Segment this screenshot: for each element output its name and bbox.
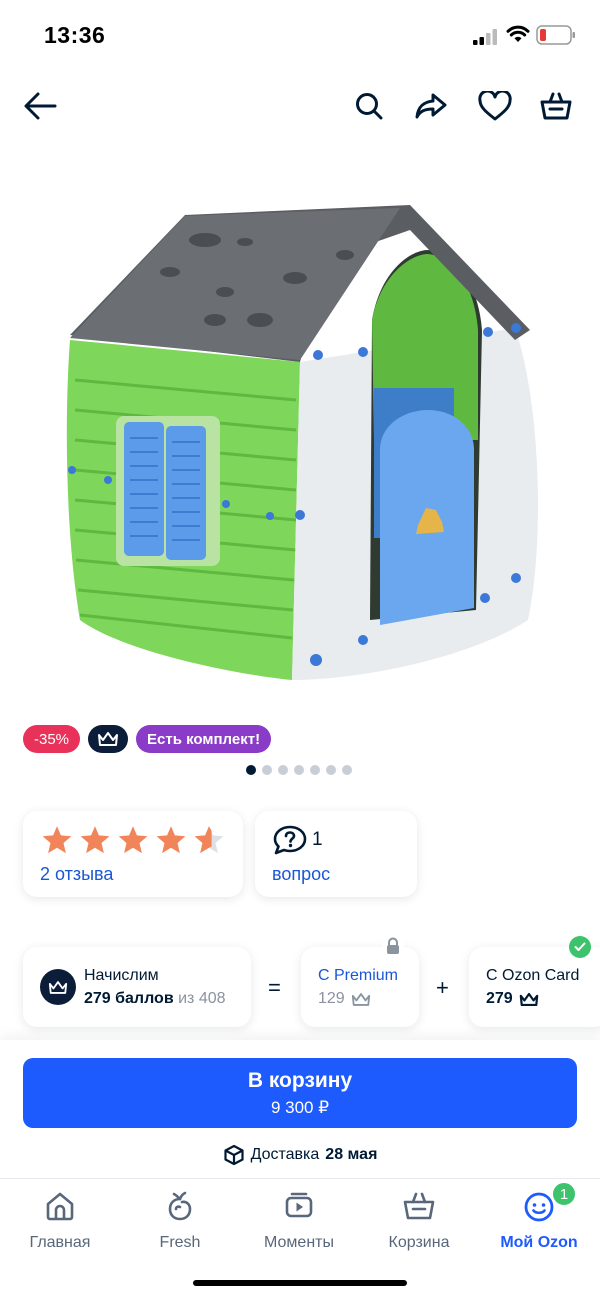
ozon-card-bonus-title: С Ozon Card (486, 967, 580, 984)
delivery-info[interactable]: Доставка 28 мая (0, 1144, 600, 1166)
share-button[interactable] (413, 88, 449, 124)
tab-my-ozon-label: Мой Ozon (500, 1234, 578, 1251)
bonus-amount: 279 баллов из 408 (84, 990, 226, 1008)
tab-cart-label: Корзина (388, 1234, 450, 1251)
premium-bonus-value: 129 (318, 990, 371, 1008)
checkmark-icon (574, 942, 586, 951)
tab-home-label: Главная (29, 1234, 91, 1251)
lock-icon (387, 937, 399, 954)
back-button[interactable] (22, 88, 58, 124)
gallery-dot[interactable] (278, 765, 288, 775)
notification-badge: 1 (551, 1181, 577, 1207)
basket-icon (540, 92, 572, 120)
premium-badge (88, 725, 129, 753)
cellular-signal-icon (473, 29, 497, 45)
playhouse-image (66, 205, 538, 680)
share-icon (415, 93, 447, 119)
gallery-dot[interactable] (310, 765, 320, 775)
star-icon (42, 826, 72, 854)
ozon-card-bonus-value: 279 (486, 990, 539, 1008)
gallery-dot[interactable] (262, 765, 272, 775)
search-button[interactable] (351, 88, 387, 124)
tab-my-ozon[interactable]: Мой Ozon (484, 1187, 594, 1252)
premium-bonus-card[interactable]: С Premium 129 (301, 947, 419, 1027)
fresh-icon (168, 1191, 192, 1221)
back-arrow-icon (24, 92, 57, 120)
bonus-max: из 408 (178, 990, 226, 1007)
rating-card[interactable]: 2 отзыва (23, 811, 243, 897)
status-time: 13:36 (44, 22, 106, 48)
gallery-pagination[interactable] (246, 765, 352, 775)
home-indicator (193, 1280, 407, 1286)
wifi-icon (506, 25, 530, 42)
home-icon (46, 1192, 74, 1221)
add-to-cart-button[interactable]: В корзину 9 300 ₽ (23, 1058, 577, 1128)
equals-sign: = (268, 975, 281, 1000)
questions-card[interactable]: 1 вопрос (255, 811, 417, 897)
crown-icon (98, 732, 119, 746)
heart-icon (478, 91, 512, 121)
battery-icon (536, 25, 575, 45)
crown-icon (48, 980, 68, 994)
status-bar: 13:36 (0, 0, 600, 70)
premium-avatar (40, 969, 76, 1005)
plus-sign: + (436, 975, 449, 1000)
tab-fresh-label: Fresh (159, 1234, 201, 1251)
search-icon (356, 93, 383, 120)
star-icon (118, 826, 148, 854)
cart-button[interactable] (538, 88, 574, 124)
product-badges: -35% Есть комплект! (23, 725, 272, 753)
bonus-points-card[interactable]: Начислим 279 баллов из 408 (23, 947, 251, 1027)
product-image[interactable] (0, 180, 600, 700)
premium-bonus-points: 129 (318, 990, 345, 1007)
questions-count: 1 (312, 829, 323, 850)
delivery-prefix: Доставка (250, 1146, 320, 1163)
crown-icon (351, 992, 370, 1006)
tab-fresh[interactable]: Fresh (125, 1187, 235, 1252)
delivery-date: 28 мая (325, 1146, 378, 1163)
gallery-dot-active[interactable] (246, 765, 256, 775)
check-badge (569, 936, 591, 958)
premium-bonus-title[interactable]: С Premium (318, 967, 398, 985)
box-icon (223, 1144, 244, 1166)
rating-stars (41, 825, 225, 855)
question-bubble-icon (273, 825, 307, 855)
price: 9 300 ₽ (270, 1098, 330, 1117)
gallery-dot[interactable] (326, 765, 336, 775)
star-icon (80, 826, 110, 854)
crown-icon (519, 992, 538, 1006)
tab-moments-label: Моменты (264, 1234, 334, 1251)
ozon-card-bonus-points: 279 (486, 990, 513, 1007)
lock-badge (382, 935, 404, 957)
reviews-count-link[interactable]: 2 отзыва (40, 864, 113, 885)
bonus-points: 279 баллов (84, 990, 174, 1007)
star-icon (156, 826, 186, 854)
tab-home[interactable]: Главная (5, 1187, 115, 1252)
favorite-button[interactable] (477, 88, 513, 124)
bonus-title: Начислим (84, 967, 159, 984)
gallery-dot[interactable] (342, 765, 352, 775)
gallery-dot[interactable] (294, 765, 304, 775)
moments-icon (285, 1192, 313, 1218)
tab-moments[interactable]: Моменты (244, 1187, 354, 1252)
discount-badge: -35% (23, 725, 81, 753)
ozon-card-bonus-card[interactable]: С Ozon Card 279 (469, 947, 600, 1027)
star-half-icon (194, 826, 224, 854)
add-to-cart-label: В корзину (247, 1069, 353, 1092)
top-navigation (0, 80, 600, 130)
tab-cart[interactable]: Корзина (364, 1187, 474, 1252)
basket-icon (403, 1192, 435, 1220)
kit-badge[interactable]: Есть комплект! (136, 725, 272, 753)
questions-link[interactable]: вопрос (272, 864, 330, 885)
